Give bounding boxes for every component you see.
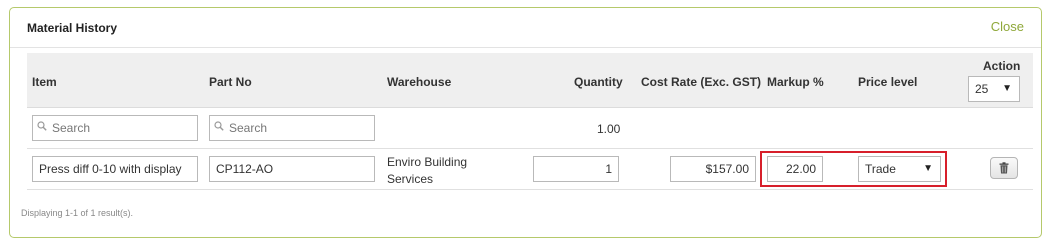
column-header-price-level[interactable]: Price level bbox=[858, 75, 917, 89]
table-row: Press diff 0-10 with display CP112-AO En… bbox=[27, 149, 1033, 190]
panel-header: Material History Close bbox=[10, 8, 1041, 48]
trash-icon bbox=[999, 162, 1009, 174]
caret-down-icon: ▼ bbox=[1002, 83, 1012, 94]
column-header-part-no[interactable]: Part No bbox=[209, 75, 252, 89]
item-field[interactable]: Press diff 0-10 with display bbox=[32, 156, 198, 182]
close-link[interactable]: Close bbox=[991, 19, 1024, 34]
cost-rate-field[interactable]: $157.00 bbox=[670, 156, 756, 182]
part-no-search-input[interactable]: Search bbox=[209, 115, 375, 141]
warehouse-line-2: Services bbox=[387, 172, 434, 186]
price-level-value: Trade bbox=[865, 162, 896, 176]
warehouse-line-1: Enviro Building bbox=[387, 155, 468, 169]
magnifier-icon bbox=[214, 121, 224, 131]
column-header-cost-rate[interactable]: Cost Rate (Exc. GST) bbox=[641, 75, 761, 89]
price-level-select[interactable]: Trade ▼ bbox=[858, 156, 941, 182]
part-no-search-placeholder: Search bbox=[229, 121, 268, 135]
column-header-markup[interactable]: Markup % bbox=[767, 75, 824, 89]
page-size-value: 25 bbox=[975, 82, 989, 96]
search-row: Search Search 1.00 bbox=[27, 108, 1033, 149]
material-history-panel: Material History Close Item Part No Ware… bbox=[9, 7, 1042, 238]
caret-down-icon: ▼ bbox=[923, 163, 933, 174]
material-grid: Item Part No Warehouse Quantity Cost Rat… bbox=[27, 53, 1033, 190]
column-header-item[interactable]: Item bbox=[32, 75, 57, 89]
quantity-field[interactable]: 1 bbox=[533, 156, 619, 182]
column-header-action: Action bbox=[983, 59, 1021, 73]
page-size-select[interactable]: 25 ▼ bbox=[968, 76, 1020, 102]
warehouse-cell: Enviro Building Services bbox=[387, 154, 467, 188]
part-no-field[interactable]: CP112-AO bbox=[209, 156, 375, 182]
column-header-quantity[interactable]: Quantity bbox=[574, 75, 623, 89]
delete-button[interactable] bbox=[990, 157, 1018, 179]
pagination-status: Displaying 1-1 of 1 result(s). bbox=[21, 208, 134, 218]
column-header-warehouse[interactable]: Warehouse bbox=[387, 75, 451, 89]
markup-field[interactable]: 22.00 bbox=[767, 156, 823, 182]
panel-title: Material History bbox=[27, 21, 118, 35]
quantity-total: 1.00 bbox=[597, 122, 621, 136]
item-search-input[interactable]: Search bbox=[32, 115, 198, 141]
magnifier-icon bbox=[37, 121, 47, 131]
grid-header-row: Item Part No Warehouse Quantity Cost Rat… bbox=[27, 53, 1033, 108]
item-search-placeholder: Search bbox=[52, 121, 91, 135]
